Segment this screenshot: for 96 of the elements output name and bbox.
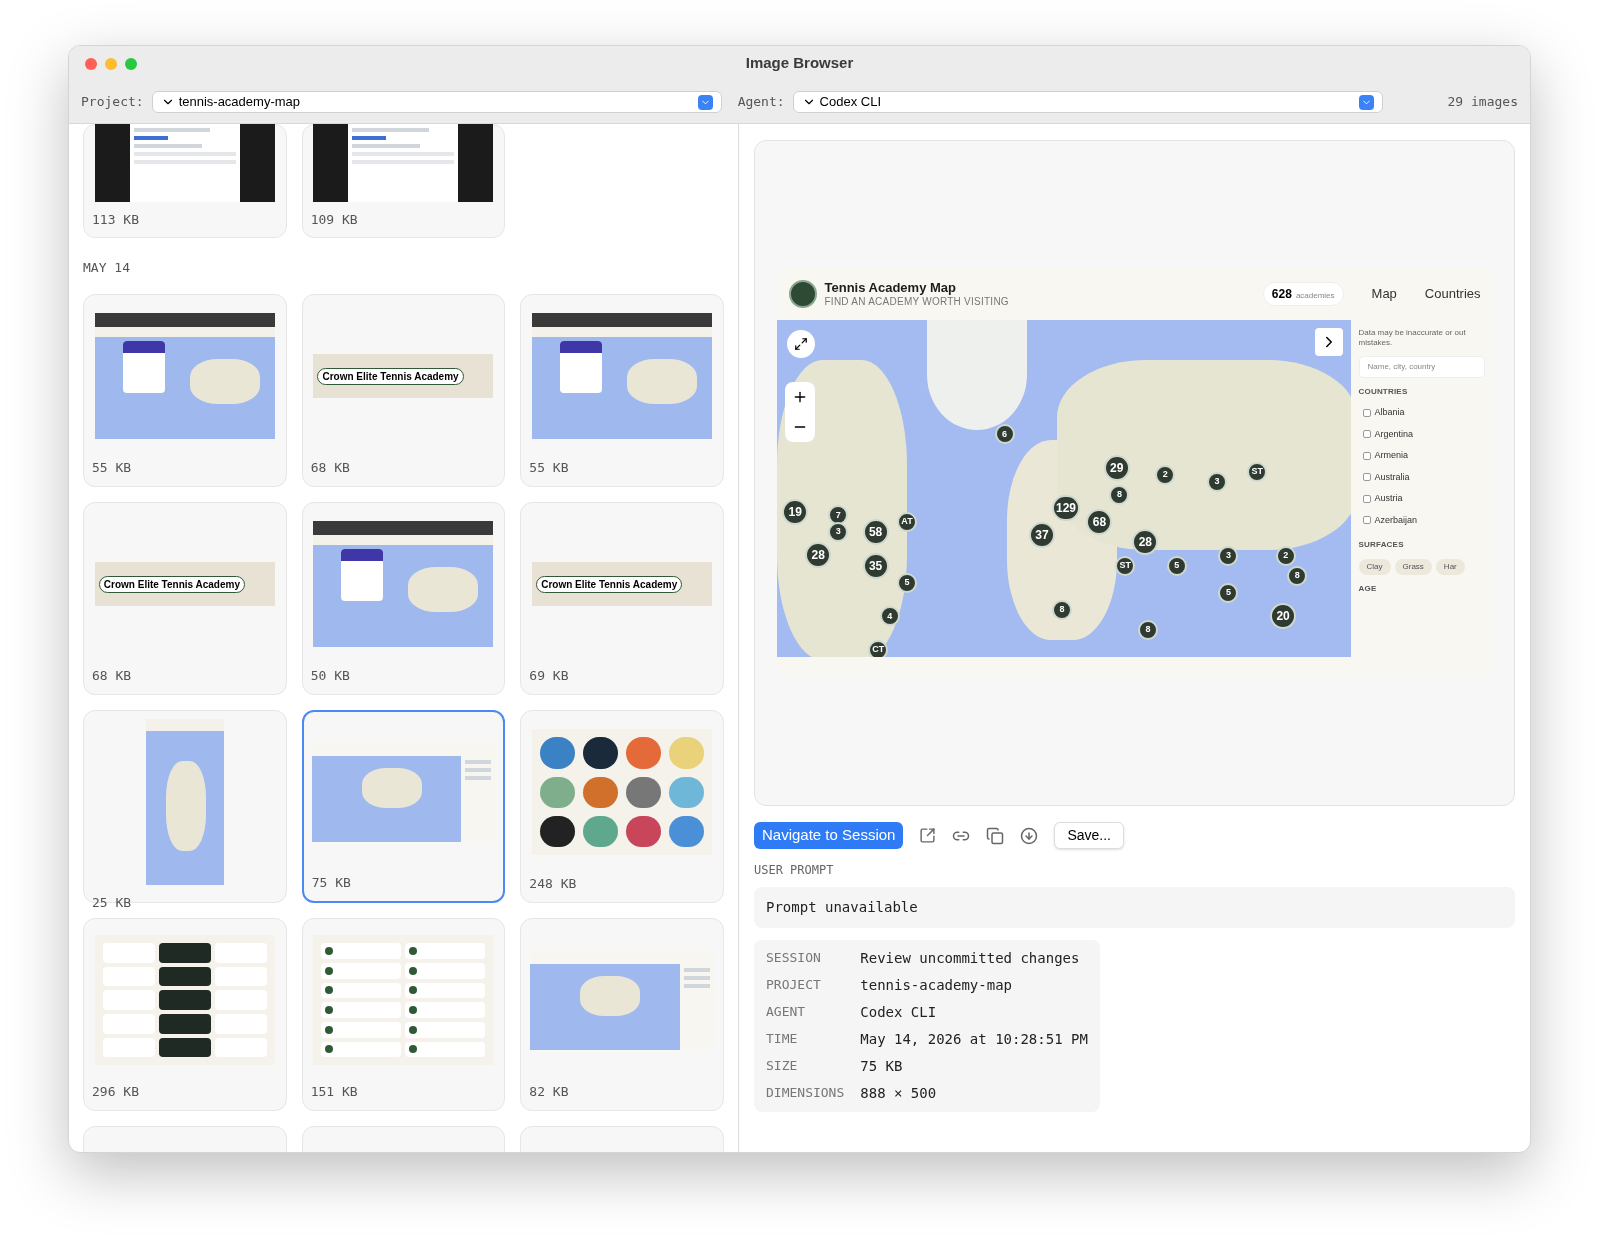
stepper-icon — [697, 94, 713, 110]
detail-value: Review uncommitted changes — [860, 949, 1081, 968]
image-card[interactable]: Crown Elite Tennis Academy 69 KB — [520, 501, 724, 695]
detail-value: 888 × 500 — [860, 1084, 938, 1103]
detail-value: 75 KB — [860, 1057, 904, 1076]
image-card[interactable]: 109 KB — [301, 124, 506, 238]
surface-chip[interactable]: Grass — [1394, 559, 1432, 575]
cluster-marker[interactable]: 8 — [1287, 566, 1308, 586]
detail-value: May 14, 2026 at 10:28:51 PM — [860, 1030, 1088, 1049]
open-external-icon[interactable] — [919, 827, 937, 844]
detail-label: SIZE — [766, 1057, 799, 1075]
search-field[interactable]: Name, city, country — [1358, 356, 1485, 378]
detail-label: PROJECT — [766, 976, 822, 994]
file-size: 75 KB — [311, 874, 352, 892]
file-size: 55 KB — [92, 459, 133, 477]
checkbox[interactable] — [1362, 473, 1371, 482]
image-card[interactable]: 296 KB — [83, 917, 287, 1111]
detail-label: AGENT — [766, 1003, 807, 1021]
file-size: 69 KB — [529, 667, 570, 685]
agent-label: Agent: — [737, 93, 785, 112]
prompt-box: Prompt unavailable — [754, 887, 1515, 928]
window-title: Image Browser — [745, 53, 854, 74]
file-size: 68 KB — [310, 459, 351, 477]
copy-icon[interactable] — [986, 826, 1005, 845]
detail-label: SESSION — [766, 949, 822, 967]
thumbnail-caption: Crown Elite Tennis Academy — [98, 575, 245, 593]
image-card[interactable]: Crown Elite Tennis Academy 68 KB — [83, 501, 287, 695]
expand-icon[interactable] — [786, 330, 815, 358]
image-card[interactable]: 50 KB — [301, 501, 506, 695]
app-subtitle: FIND AN ACADEMY WORTH VISITING — [824, 295, 1009, 309]
disclaimer-text: Data may be inaccurate or out mistakes. — [1358, 328, 1467, 348]
file-size: 68 KB — [92, 667, 133, 685]
image-card[interactable]: 55 KB — [520, 293, 724, 487]
file-size: 82 KB — [529, 1083, 570, 1101]
save-button[interactable]: Save... — [1054, 822, 1124, 849]
cluster-marker[interactable]: 5 — [1166, 555, 1187, 576]
file-size: 55 KB — [529, 459, 570, 477]
checkbox[interactable] — [1362, 451, 1371, 460]
file-size: 248 KB — [529, 875, 578, 893]
cluster-marker[interactable]: 20 — [1270, 603, 1297, 630]
file-size: 50 KB — [310, 667, 351, 685]
section-heading: USER PROMPT — [754, 862, 835, 879]
checkbox[interactable] — [1362, 516, 1371, 525]
image-card[interactable]: 248 KB — [520, 709, 724, 903]
image-card[interactable]: 151 KB — [301, 917, 506, 1111]
image-card[interactable]: 55 KB — [83, 293, 287, 487]
nav-link[interactable]: Countries — [1424, 284, 1481, 304]
app-title: Tennis Academy Map — [824, 279, 957, 296]
file-size: 113 KB — [92, 210, 140, 229]
minimize-button[interactable] — [105, 57, 117, 70]
country-label: Albania — [1374, 406, 1405, 419]
section-heading: COUNTRIES — [1358, 386, 1409, 398]
checkbox[interactable] — [1362, 430, 1371, 439]
cluster-marker[interactable]: ST — [1115, 555, 1136, 576]
cluster-marker[interactable]: AT — [897, 512, 918, 533]
section-heading: AGE — [1358, 583, 1378, 595]
cluster-marker[interactable]: 8 — [1138, 619, 1159, 640]
zoom-button[interactable] — [125, 57, 137, 70]
checkbox[interactable] — [1362, 494, 1371, 503]
country-label: Armenia — [1374, 449, 1408, 462]
thumbnail-caption: Crown Elite Tennis Academy — [536, 575, 683, 593]
country-label: Austria — [1374, 492, 1403, 505]
image-card[interactable]: Crown Elite Tennis Academy 68 KB — [301, 293, 506, 487]
cluster-marker[interactable]: 6 — [994, 424, 1015, 445]
country-label: Azerbaijan — [1374, 513, 1418, 527]
cluster-marker[interactable]: 5 — [1218, 582, 1239, 603]
detail-label: DIMENSIONS — [766, 1084, 845, 1102]
academy-count-badge: 628 academies — [1262, 282, 1344, 306]
image-card[interactable]: 113 KB — [83, 124, 287, 238]
close-button[interactable] — [85, 57, 97, 70]
section-heading: SURFACES — [1358, 539, 1405, 551]
project-label: Project: — [81, 93, 144, 112]
surface-chip[interactable]: Clay — [1358, 559, 1391, 575]
image-card[interactable]: 75 KB — [301, 709, 506, 903]
agent-select[interactable]: Codex CLI — [792, 91, 1383, 113]
file-size: 151 KB — [310, 1083, 359, 1101]
surface-chip[interactable]: Har — [1435, 559, 1465, 575]
file-size: 296 KB — [92, 1083, 140, 1101]
country-label: Argentina — [1374, 427, 1414, 441]
tennis-ball-logo-icon — [788, 280, 817, 308]
detail-label: TIME — [766, 1030, 799, 1048]
project-select[interactable]: tennis-academy-map — [151, 91, 722, 113]
download-icon[interactable] — [1020, 826, 1039, 845]
image-count: 29 images — [1447, 93, 1518, 112]
stepper-icon — [1358, 94, 1374, 110]
date-heading: MAY 14 — [83, 259, 131, 277]
nav-link[interactable]: Map — [1371, 284, 1397, 304]
collapse-panel-icon[interactable] — [1314, 328, 1343, 356]
detail-value: Codex CLI — [860, 1003, 938, 1022]
navigate-button[interactable]: Navigate to Session — [754, 822, 904, 849]
image-card[interactable]: 82 KB — [520, 917, 724, 1111]
thumbnail-caption: Crown Elite Tennis Academy — [317, 367, 464, 385]
detail-value: tennis-academy-map — [860, 976, 1013, 995]
file-size: 109 KB — [310, 210, 359, 229]
country-label: Australia — [1374, 470, 1410, 484]
checkbox[interactable] — [1362, 408, 1371, 417]
